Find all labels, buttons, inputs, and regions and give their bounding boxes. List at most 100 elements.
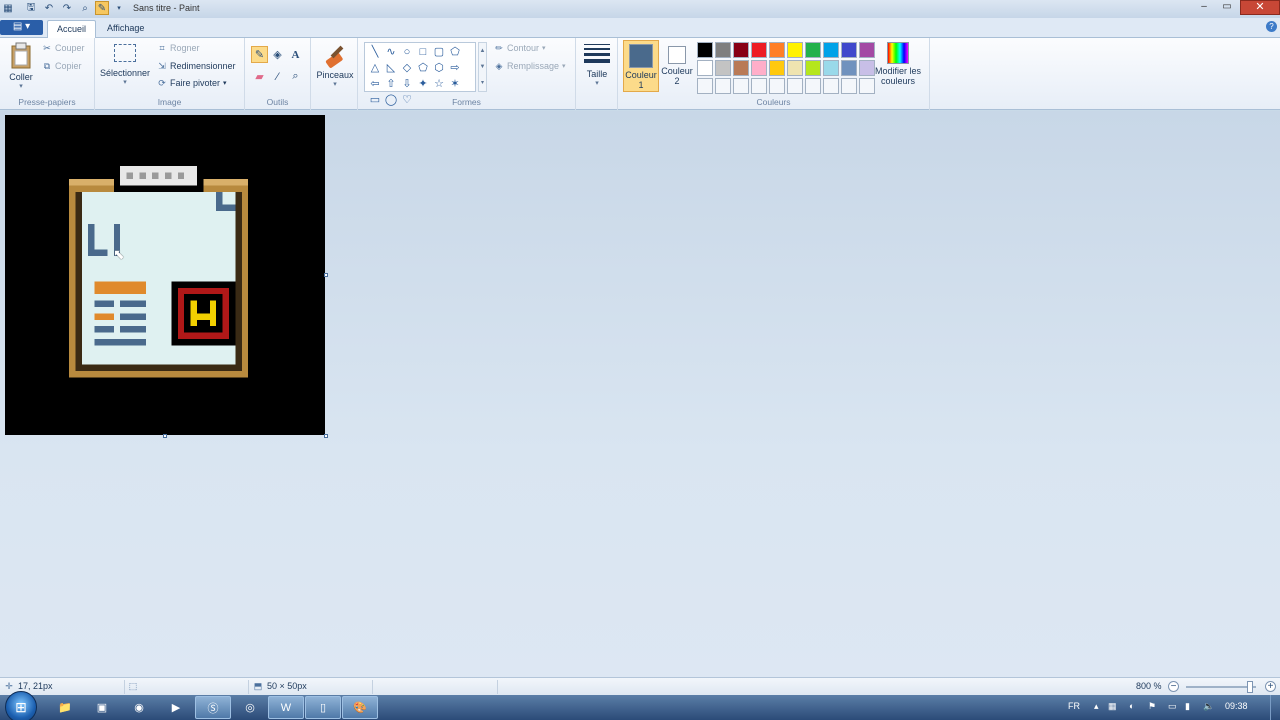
rounded-rectangle-shape-icon[interactable]: ▢ [431, 44, 447, 60]
palette-swatch[interactable] [805, 42, 821, 58]
palette-swatch[interactable] [769, 42, 785, 58]
palette-swatch[interactable] [751, 78, 767, 94]
tray-flag-icon[interactable]: ⚑ [1148, 701, 1156, 712]
diamond-shape-icon[interactable]: ◇ [399, 60, 415, 76]
tab-accueil[interactable]: Accueil [47, 20, 97, 38]
color1-button[interactable]: Couleur 1 [623, 40, 659, 92]
palette-swatch[interactable] [733, 60, 749, 76]
save-icon[interactable]: 🖫 [24, 1, 38, 15]
palette-swatch[interactable] [841, 78, 857, 94]
brushes-button[interactable]: Pinceaux ▾ [314, 42, 356, 90]
copy-button[interactable]: ⧉ Copier [42, 61, 82, 71]
palette-swatch[interactable] [805, 60, 821, 76]
word-icon[interactable]: W [268, 696, 304, 719]
redo-icon[interactable]: ↷ [60, 1, 74, 15]
crop-button[interactable]: ⌗ Rogner [157, 43, 199, 53]
arrow-down-shape-icon[interactable]: ⇩ [399, 76, 415, 92]
curve-shape-icon[interactable]: ∿ [383, 44, 399, 60]
color-picker-icon[interactable]: ⁄ [269, 68, 286, 85]
arrow-up-shape-icon[interactable]: ⇧ [383, 76, 399, 92]
resize-handle-corner[interactable] [324, 434, 328, 438]
pentagon-shape-icon[interactable]: ⬠ [415, 60, 431, 76]
undo-icon[interactable]: ↶ [42, 1, 56, 15]
palette-swatch[interactable] [715, 60, 731, 76]
oval-shape-icon[interactable]: ○ [399, 44, 415, 60]
rectangle-shape-icon[interactable]: □ [415, 44, 431, 60]
pencil-tool-icon[interactable]: ✎ [251, 46, 268, 63]
paint-icon[interactable]: 🎨 [342, 696, 378, 719]
maximize-button[interactable]: ▭ [1219, 1, 1235, 14]
firefox-icon[interactable]: ◉ [121, 696, 157, 719]
palette-swatch[interactable] [697, 78, 713, 94]
fill-button[interactable]: ◈ Remplissage ▾ [494, 61, 566, 71]
start-button[interactable]: ⊞ [5, 691, 37, 720]
tray-signal-icon[interactable]: ▮ [1185, 701, 1190, 712]
tab-affichage[interactable]: Affichage [98, 20, 153, 38]
color2-button[interactable]: Couleur 2 [659, 40, 695, 92]
chrome-icon[interactable]: ◎ [232, 696, 268, 719]
minimize-button[interactable]: – [1196, 1, 1212, 14]
media-player-icon[interactable]: ▶ [158, 696, 194, 719]
cut-button[interactable]: ✂ Couper [42, 43, 84, 53]
palette-swatch[interactable] [733, 78, 749, 94]
skype-icon[interactable]: Ⓢ [195, 696, 231, 719]
drawing-canvas[interactable]: ⬉ [5, 115, 325, 435]
tray-folder-icon[interactable]: ▦ [1108, 701, 1117, 712]
paint-app-icon[interactable]: ▦ [1, 1, 15, 15]
palette-swatch[interactable] [733, 42, 749, 58]
palette-swatch[interactable] [787, 78, 803, 94]
tray-network-icon[interactable]: ◐ [1129, 701, 1134, 711]
paste-button[interactable]: Coller ▾ [4, 42, 38, 92]
fill-bucket-icon[interactable]: ◈ [269, 46, 286, 63]
help-icon[interactable]: ? [1266, 21, 1277, 32]
palette-swatch[interactable] [823, 60, 839, 76]
star5-shape-icon[interactable]: ☆ [431, 76, 447, 92]
resize-handle-right[interactable] [324, 273, 328, 277]
resize-handle-bottom[interactable] [163, 434, 167, 438]
arrow-right-shape-icon[interactable]: ⇨ [447, 60, 463, 76]
zoom-out-button[interactable]: − [1168, 681, 1179, 692]
star4-shape-icon[interactable]: ✦ [415, 76, 431, 92]
clock[interactable]: 09:38 [1225, 701, 1248, 711]
explorer-icon[interactable]: 📁 [47, 696, 83, 719]
shapes-scroll[interactable]: ▲ ▼ ▾ [478, 42, 487, 92]
arrow-left-shape-icon[interactable]: ⇦ [367, 76, 383, 92]
dropdown-icon[interactable]: ▾ [112, 1, 126, 15]
star6-shape-icon[interactable]: ✶ [447, 76, 463, 92]
tray-monitor-icon[interactable]: ▭ [1168, 701, 1177, 712]
palette-swatch[interactable] [823, 78, 839, 94]
tray-arrow-icon[interactable]: ▴ [1094, 701, 1099, 712]
edit-colors-button[interactable]: Modifier les couleurs [871, 42, 925, 86]
palette-swatch[interactable] [715, 78, 731, 94]
close-button[interactable]: ✕ [1240, 0, 1280, 15]
rotate-button[interactable]: ⟳ Faire pivoter ▾ [157, 78, 226, 88]
triangle-shape-icon[interactable]: △ [367, 60, 383, 76]
text-icon[interactable]: A [287, 46, 304, 63]
language-indicator[interactable]: FR [1068, 701, 1080, 711]
line-shape-icon[interactable]: ╲ [367, 44, 383, 60]
palette-swatch[interactable] [715, 42, 731, 58]
window-icon[interactable]: ▣ [84, 696, 120, 719]
magnifier-icon[interactable]: ⌕ [78, 1, 92, 15]
palette-swatch[interactable] [841, 60, 857, 76]
pencil-icon[interactable]: ✎ [95, 1, 109, 15]
palette-swatch[interactable] [823, 42, 839, 58]
palette-swatch[interactable] [751, 60, 767, 76]
palette-swatch[interactable] [787, 42, 803, 58]
size-button[interactable]: Taille ▾ [579, 44, 615, 89]
zoom-slider-thumb[interactable] [1247, 681, 1253, 693]
hexagon-shape-icon[interactable]: ⬡ [431, 60, 447, 76]
volume-icon[interactable]: 🔈 [1203, 701, 1214, 712]
zoom-in-button[interactable]: + [1265, 681, 1276, 692]
palette-swatch[interactable] [769, 60, 785, 76]
palette-swatch[interactable] [805, 78, 821, 94]
polygon-shape-icon[interactable]: ⬠ [447, 44, 463, 60]
eraser-icon[interactable]: ▰ [251, 68, 268, 85]
palette-swatch[interactable] [841, 42, 857, 58]
notepad-icon[interactable]: ▯ [305, 696, 341, 719]
outline-button[interactable]: ✏ Contour ▾ [494, 43, 545, 53]
palette-swatch[interactable] [769, 78, 785, 94]
palette-swatch[interactable] [697, 42, 713, 58]
file-menu-button[interactable]: ▤ ▾ [0, 20, 43, 35]
right-triangle-shape-icon[interactable]: ◺ [383, 60, 399, 76]
